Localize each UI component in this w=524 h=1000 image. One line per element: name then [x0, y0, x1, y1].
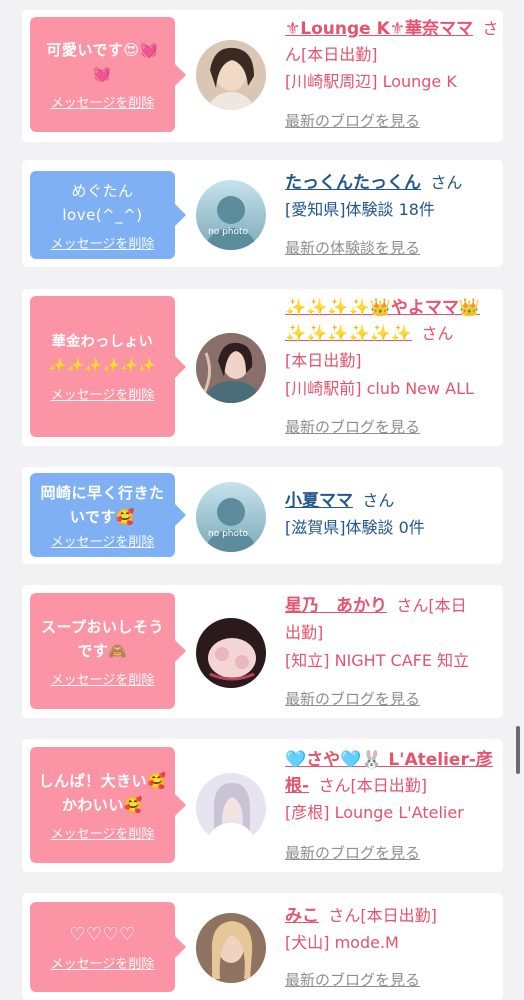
list-item: 可愛いです😍💓💓 メッセージを削除 ⚜Lounge K⚜華奈ママ さん[本日出勤…	[22, 10, 503, 142]
user-suffix: さん[本日出勤]	[318, 776, 427, 795]
user-name-link[interactable]: みこ	[285, 906, 319, 926]
user-detail: [愛知県]体験談 18件	[285, 200, 435, 219]
user-detail: [知立] NIGHT CAFE 知立	[285, 651, 470, 670]
message-text: 華金わっしょい✨✨✨✨✨✨	[48, 334, 157, 374]
list-item: めぐたん love(^_^) メッセージを削除 no photo たっくんたっく…	[22, 160, 503, 267]
user-suffix: さん	[421, 324, 454, 343]
user-info: みこ さん[本日出勤] [犬山] mode.M	[285, 903, 499, 957]
list-item: 華金わっしょい✨✨✨✨✨✨ メッセージを削除 ✨✨✨✨👑やよママ👑✨✨✨✨✨✨ …	[22, 289, 503, 446]
user-info: 🩵さや🩵🐰 L'Atelier-彦根- さん[本日出勤] [彦根] Lounge…	[285, 747, 499, 827]
list-item: 岡崎に早く行きたいです🥰 メッセージを削除 no photo 小夏ママ さん […	[22, 467, 503, 564]
avatar[interactable]	[196, 773, 266, 843]
user-detail: [彦根] Lounge L'Atelier	[285, 803, 464, 822]
message-bubble: 可愛いです😍💓💓 メッセージを削除	[30, 17, 186, 132]
scrollbar[interactable]	[516, 726, 520, 774]
user-info: ⚜Lounge K⚜華奈ママ さん[本日出勤] [川崎駅周辺] Lounge K	[285, 16, 499, 96]
delete-message-link[interactable]: メッセージを削除	[51, 531, 155, 550]
user-info: ✨✨✨✨👑やよママ👑✨✨✨✨✨✨ さん [本日出勤] [川崎駅前] club N…	[285, 295, 499, 403]
delete-message-link[interactable]: メッセージを削除	[51, 92, 155, 111]
message-bubble: めぐたん love(^_^) メッセージを削除	[30, 171, 186, 259]
latest-blog-link[interactable]: 最新のブログを見る	[285, 688, 420, 709]
message-text: 岡崎に早く行きたいです🥰	[40, 483, 165, 526]
user-detail: [川崎駅周辺] Lounge K	[285, 72, 457, 91]
user-name-link[interactable]: たっくんたっくん	[285, 173, 421, 193]
avatar[interactable]: no photo	[196, 180, 266, 250]
user-detail: [川崎駅前] club New ALL	[285, 379, 474, 398]
list-item: ♡♡♡♡ メッセージを削除 みこ さん[本日出勤] [犬山] mode.M 最新…	[22, 893, 503, 1000]
no-photo-label: no photo	[208, 529, 249, 539]
user-suffix: さん[本日	[396, 596, 467, 615]
message-text: めぐたん love(^_^)	[62, 181, 143, 224]
work-status: 出勤]	[285, 623, 324, 642]
message-text: スープおいしそうです🙈	[40, 617, 165, 660]
message-bubble: 岡崎に早く行きたいです🥰 メッセージを削除	[30, 473, 186, 557]
list-item: スープおいしそうです🙈 メッセージを削除 星乃 あかり さん[本日 出勤] [知…	[22, 585, 503, 718]
user-info: 星乃 あかり さん[本日 出勤] [知立] NIGHT CAFE 知立	[285, 593, 499, 675]
no-photo-label: no photo	[208, 227, 249, 237]
user-name-link[interactable]: 星乃 あかり	[285, 596, 387, 616]
message-text: 可愛いです😍💓💓	[46, 41, 159, 83]
delete-message-link[interactable]: メッセージを削除	[51, 669, 155, 688]
user-detail: [犬山] mode.M	[285, 933, 399, 952]
delete-message-link[interactable]: メッセージを削除	[51, 953, 155, 972]
latest-blog-link[interactable]: 最新のブログを見る	[285, 110, 420, 131]
avatar[interactable]: no photo	[196, 482, 266, 552]
user-suffix: さん[本日出勤]	[328, 906, 437, 925]
avatar[interactable]	[196, 913, 266, 983]
list-item: しんぱ！大きい🥰かわいい🥰 メッセージを削除 🩵さや🩵🐰 L'Atelier-彦…	[22, 739, 503, 872]
delete-message-link[interactable]: メッセージを削除	[51, 823, 155, 842]
latest-blog-link[interactable]: 最新のブログを見る	[285, 969, 420, 990]
message-list: 可愛いです😍💓💓 メッセージを削除 ⚜Lounge K⚜華奈ママ さん[本日出勤…	[0, 0, 524, 1000]
user-info: 小夏ママ さん [滋賀県]体験談 0件	[285, 488, 499, 542]
user-info: たっくんたっくん さん [愛知県]体験談 18件	[285, 170, 499, 224]
message-bubble: ♡♡♡♡ メッセージを削除	[30, 902, 186, 992]
delete-message-link[interactable]: メッセージを削除	[51, 233, 155, 252]
work-status: [本日出勤]	[285, 351, 362, 370]
user-suffix: さん	[430, 173, 463, 192]
latest-review-link[interactable]: 最新の体験談を見る	[285, 237, 420, 258]
delete-message-link[interactable]: メッセージを削除	[51, 384, 155, 403]
message-bubble: 華金わっしょい✨✨✨✨✨✨ メッセージを削除	[30, 296, 186, 437]
user-name-link[interactable]: 小夏ママ	[285, 491, 353, 511]
avatar[interactable]	[196, 40, 266, 110]
user-suffix: さん	[362, 491, 395, 510]
user-detail: [滋賀県]体験談 0件	[285, 518, 425, 537]
avatar[interactable]	[196, 333, 266, 403]
message-bubble: スープおいしそうです🙈 メッセージを削除	[30, 593, 186, 709]
message-bubble: しんぱ！大きい🥰かわいい🥰 メッセージを削除	[30, 747, 186, 863]
latest-blog-link[interactable]: 最新のブログを見る	[285, 416, 420, 437]
latest-blog-link[interactable]: 最新のブログを見る	[285, 842, 420, 863]
message-text: しんぱ！大きい🥰かわいい🥰	[38, 771, 167, 814]
message-text: ♡♡♡♡	[69, 923, 136, 945]
avatar[interactable]	[196, 618, 266, 688]
user-name-link[interactable]: ⚜Lounge K⚜華奈ママ	[285, 19, 473, 39]
